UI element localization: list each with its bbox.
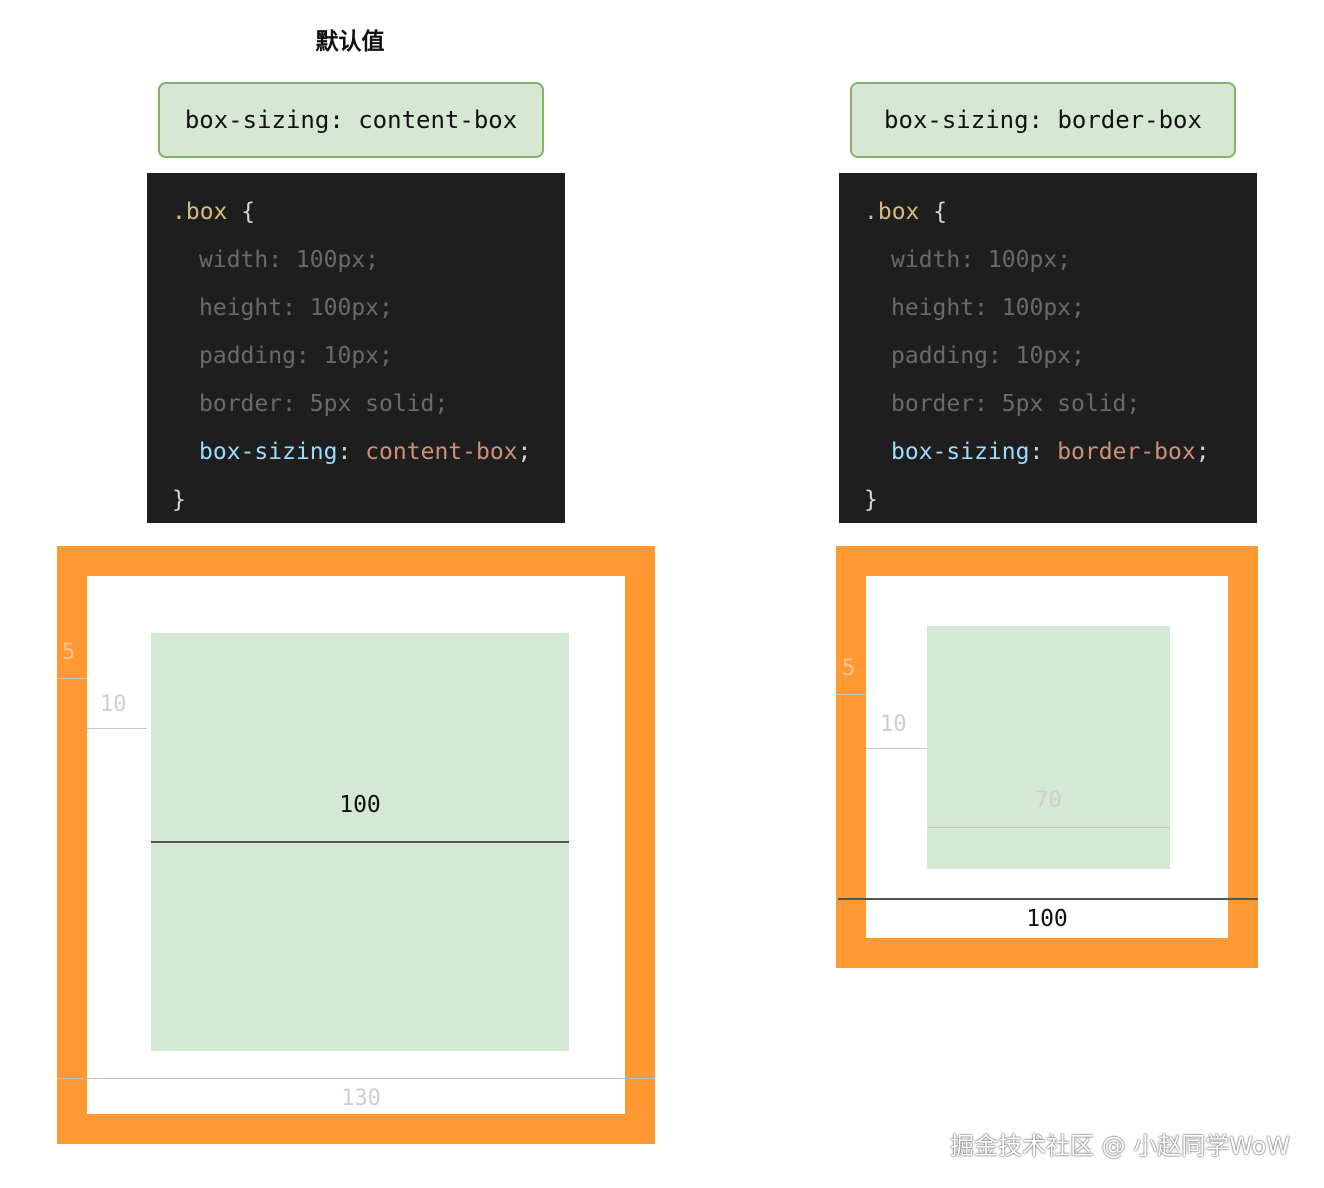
border-box-content-width-label: 70 — [1035, 788, 1062, 813]
code-close-brace: } — [864, 487, 878, 513]
code-prop-box-sizing: box-sizing — [199, 439, 338, 465]
watermark: 掘金技术社区 @ 小赵同学WoW — [950, 1132, 1290, 1160]
code-line-padding: padding: 10px; — [891, 343, 1085, 369]
code-prop-box-sizing: box-sizing — [891, 439, 1030, 465]
content-box-code-block: .box { width: 100px; height: 100px; padd… — [147, 173, 565, 523]
content-box-content-measure-line — [151, 841, 569, 843]
code-line-selector: .box { — [864, 197, 1257, 245]
code-line-height: height: 100px; — [199, 295, 393, 321]
code-line-border: border: 5px solid; — [199, 391, 449, 417]
content-box-content-width-label: 100 — [339, 792, 381, 818]
code-semicolon: ; — [1195, 439, 1210, 465]
content-box-total-measure-line — [57, 1078, 655, 1079]
code-line-width: width: 100px; — [891, 247, 1072, 273]
code-value-border-box: border-box — [1057, 439, 1196, 465]
border-box-code-block: .box { width: 100px; height: 100px; padd… — [839, 173, 1257, 523]
code-line-height: height: 100px; — [891, 295, 1085, 321]
border-box-total-measure-line — [838, 898, 1258, 900]
code-colon: : — [337, 439, 352, 465]
code-line-box-sizing: box-sizing: content-box; — [172, 437, 565, 485]
border-box-label-text: box-sizing: border-box — [884, 106, 1202, 134]
content-box-label-text: box-sizing: content-box — [184, 106, 518, 134]
code-line-width: width: 100px; — [199, 247, 380, 273]
code-selector: .box — [172, 199, 228, 225]
border-box-border-width-label: 5 — [842, 656, 856, 681]
code-close-brace: } — [172, 487, 186, 513]
code-line-border: border: 5px solid; — [891, 391, 1141, 417]
code-value-content-box: content-box — [365, 439, 518, 465]
code-line-selector: .box { — [172, 197, 565, 245]
diagram-heading: 默认值 — [315, 29, 385, 55]
border-box-content-measure-line — [927, 827, 1170, 828]
code-open-brace: { — [933, 199, 948, 225]
content-box-label: box-sizing: content-box — [158, 82, 544, 158]
content-box-border-width-label: 5 — [62, 640, 76, 665]
content-box-padding-measure-line — [87, 728, 147, 729]
code-semicolon: ; — [517, 439, 532, 465]
content-box-total-width-label: 130 — [341, 1086, 381, 1111]
border-box-label: box-sizing: border-box — [850, 82, 1236, 158]
border-box-padding-measure-line — [866, 748, 927, 749]
code-open-brace: { — [241, 199, 256, 225]
border-box-total-width-label: 100 — [1026, 906, 1068, 932]
border-box-padding-width-label: 10 — [880, 712, 907, 737]
border-box-border-measure-line — [836, 694, 866, 695]
code-colon: : — [1029, 439, 1044, 465]
border-box-content-area — [927, 626, 1170, 869]
content-box-border-measure-line — [57, 678, 87, 679]
code-selector: .box — [864, 199, 920, 225]
content-box-padding-width-label: 10 — [100, 692, 127, 717]
code-line-padding: padding: 10px; — [199, 343, 393, 369]
code-line-box-sizing: box-sizing: border-box; — [864, 437, 1257, 485]
